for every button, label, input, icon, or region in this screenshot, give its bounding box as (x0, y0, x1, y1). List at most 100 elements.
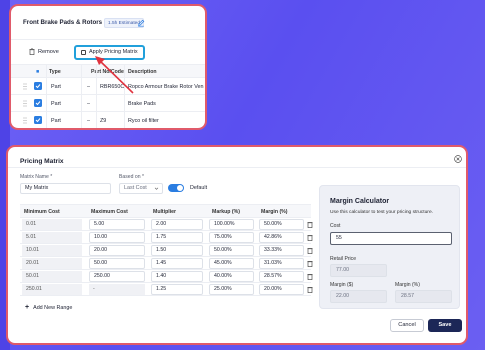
row-code: Z9 (100, 118, 107, 124)
row-checkbox[interactable] (34, 82, 42, 90)
min-cost-cell: 250.01 (22, 284, 82, 295)
table-row: 5.01 10.00 1.75 75.00% 42.86% (20, 231, 313, 244)
max-cost-input[interactable]: 50.00 (89, 258, 145, 269)
margin-percent-field: 28.57 (395, 290, 452, 303)
trash-icon (29, 48, 35, 55)
delete-row-icon[interactable] (307, 247, 313, 254)
row-description: Brake Pads (128, 101, 156, 107)
min-cost-cell: 50.01 (22, 271, 82, 282)
cost-label: Cost (330, 223, 341, 229)
pricing-matrix-modal: Pricing Matrix Matrix Name * My Matrix B… (6, 145, 468, 345)
max-cost-input[interactable]: 20.00 (89, 245, 145, 256)
modal-title: Pricing Matrix (20, 158, 64, 165)
job-line-header: Front Brake Pads & Rotors 1.5h Estimated (11, 6, 205, 40)
table-row[interactable]: Part – Z9 Ryco oil filter (11, 112, 205, 128)
margin-dollar-label: Margin ($) (330, 282, 354, 288)
markup-input[interactable]: 45.00% (209, 258, 254, 269)
divider (8, 167, 466, 168)
max-cost-input[interactable]: 10.00 (89, 232, 145, 243)
plus-icon: + (25, 304, 30, 311)
table-row: 250.01 - 1.25 25.00% 20.00% (20, 283, 313, 296)
drag-handle-icon[interactable] (23, 117, 27, 124)
add-new-range-button[interactable]: + Add New Range (25, 304, 72, 311)
multiplier-input[interactable]: 1.25 (151, 284, 203, 295)
table-row[interactable]: Part – Brake Pads (11, 95, 205, 112)
delete-row-icon[interactable] (307, 221, 313, 228)
remove-button[interactable]: Remove (29, 48, 59, 55)
margin-percent-label: Margin (%) (395, 282, 420, 288)
markup-input[interactable]: 40.00% (209, 271, 254, 282)
delete-row-icon[interactable] (307, 260, 313, 267)
margin-calculator-panel: Margin Calculator Use this calculator to… (319, 185, 460, 309)
col-multiplier: Multiplier (153, 209, 177, 215)
matrix-icon (81, 50, 86, 55)
margin-dollar-field: 22.00 (330, 290, 387, 303)
delete-row-icon[interactable] (307, 234, 313, 241)
col-minimum-cost: Minimum Cost (24, 209, 60, 215)
multiplier-input[interactable]: 1.40 (151, 271, 203, 282)
job-line-title: Front Brake Pads & Rotors (23, 19, 103, 26)
row-dash: – (87, 101, 90, 107)
close-icon[interactable] (454, 155, 462, 163)
based-on-select[interactable]: Last Cost (119, 183, 163, 194)
row-type: Part (51, 84, 61, 90)
min-cost-cell: 20.01 (22, 258, 82, 269)
table-row: 50.01 250.00 1.40 40.00% 28.57% (20, 270, 313, 283)
row-dash: – (87, 84, 90, 90)
calculator-description: Use this calculator to test your pricing… (330, 210, 434, 215)
col-maximum-cost: Maximum Cost (91, 209, 128, 215)
toggle-knob (177, 185, 183, 191)
margin-input[interactable]: 42.86% (259, 232, 304, 243)
row-checkbox[interactable] (34, 99, 42, 107)
delete-row-icon[interactable] (307, 286, 313, 293)
job-line-card: Front Brake Pads & Rotors 1.5h Estimated… (9, 4, 207, 130)
margin-input[interactable]: 31.03% (259, 258, 304, 269)
delete-row-icon[interactable] (307, 273, 313, 280)
matrix-name-label: Matrix Name * (20, 174, 53, 180)
row-type: Part (51, 118, 61, 124)
drag-handle-icon[interactable] (23, 83, 27, 90)
default-toggle[interactable] (168, 184, 184, 192)
margin-input[interactable]: 20.00% (259, 284, 304, 295)
multiplier-input[interactable]: 1.75 (151, 232, 203, 243)
markup-input[interactable]: 75.00% (209, 232, 254, 243)
max-cost-input[interactable]: 5.00 (89, 219, 145, 230)
margin-input[interactable]: 50.00% (259, 219, 304, 230)
row-description: Ryco oil filter (128, 118, 159, 124)
col-markup: Markup (%) (212, 209, 240, 215)
based-on-label: Based on * (119, 174, 144, 180)
based-on-value: Last Cost (124, 185, 147, 191)
matrix-name-input[interactable]: My Matrix (20, 183, 111, 194)
min-cost-cell: 5.01 (22, 232, 82, 243)
chevron-down-icon (154, 187, 159, 190)
markup-input[interactable]: 100.00% (209, 219, 254, 230)
multiplier-input[interactable]: 2.00 (151, 219, 203, 230)
max-cost-input[interactable]: 250.00 (89, 271, 145, 282)
table-row: 20.01 50.00 1.45 45.00% 31.03% (20, 257, 313, 270)
multiplier-input[interactable]: 1.50 (151, 245, 203, 256)
edit-icon[interactable] (137, 19, 145, 27)
cancel-button[interactable]: Cancel (390, 319, 424, 332)
select-all-checkbox[interactable]: ■ (36, 69, 39, 75)
annotation-arrow (95, 56, 134, 94)
cost-input[interactable]: 55 (330, 232, 452, 245)
retail-price-label: Retail Price (330, 256, 357, 262)
retail-price-field: 77.00 (330, 264, 387, 277)
multiplier-input[interactable]: 1.45 (151, 258, 203, 269)
margin-input[interactable]: 28.57% (259, 271, 304, 282)
min-cost-cell: 0.01 (22, 219, 82, 230)
row-dash: – (87, 118, 90, 124)
markup-input[interactable]: 50.00% (209, 245, 254, 256)
col-margin: Margin (%) (261, 209, 288, 215)
min-cost-cell: 10.01 (22, 245, 82, 256)
col-type: Type (49, 69, 61, 75)
row-checkbox[interactable] (34, 116, 42, 124)
calculator-title: Margin Calculator (330, 198, 390, 205)
margin-input[interactable]: 33.33% (259, 245, 304, 256)
drag-handle-icon[interactable] (23, 100, 27, 107)
save-button[interactable]: Save (428, 319, 462, 332)
markup-input[interactable]: 25.00% (209, 284, 254, 295)
table-row: 0.01 5.00 2.00 100.00% 50.00% (20, 218, 313, 231)
add-new-range-label: Add New Range (33, 304, 73, 311)
default-label: Default (190, 185, 208, 191)
